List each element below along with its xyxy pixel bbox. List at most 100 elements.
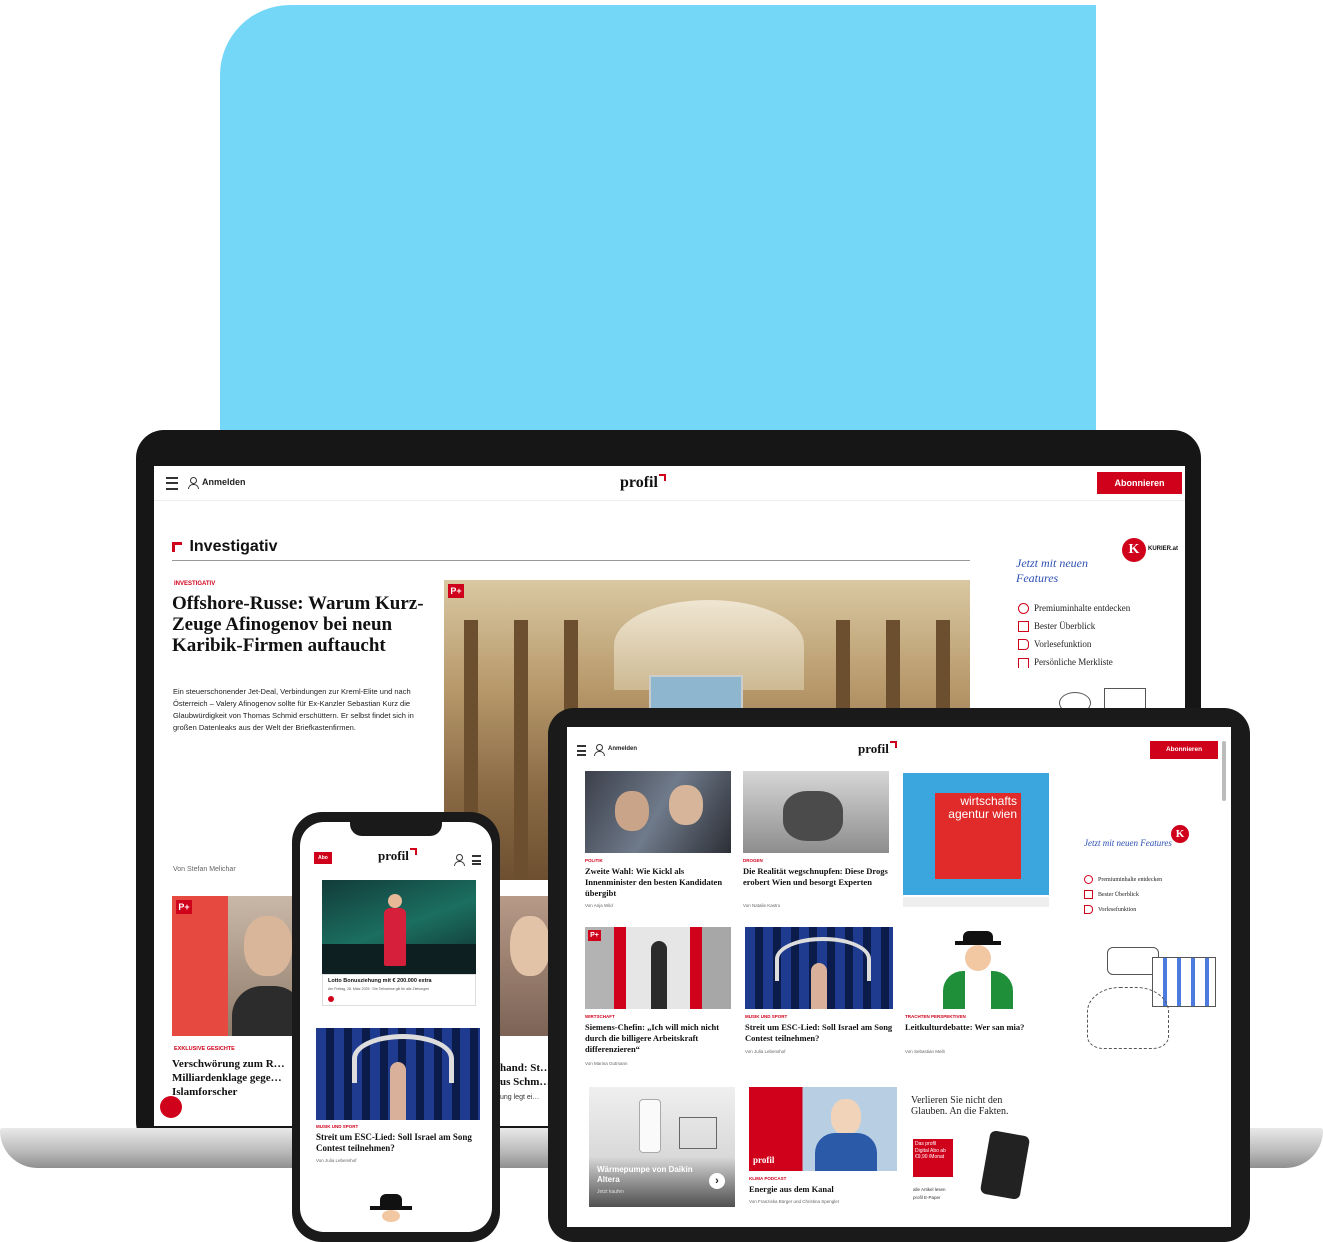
- lotto-ad[interactable]: Lotto Bonusziehung mit € 200.000 extra A…: [322, 974, 476, 1006]
- card-author: Von Anja Wild: [585, 903, 613, 908]
- subscription-ad[interactable]: Verlieren Sie nicht den Glauben. An die …: [907, 1087, 1047, 1212]
- card-kicker: Musik und Sport: [745, 1014, 788, 1019]
- article-kicker: Musik und Sport: [316, 1124, 359, 1129]
- card-headline[interactable]: Streit um ESC-Lied: Soll Israel am Song …: [745, 1022, 895, 1044]
- heat-card-title: Wärmepumpe von Daikin Altera: [597, 1165, 693, 1184]
- card-author: Von Natalie Kastro: [743, 903, 781, 908]
- section-header: Investigativ: [172, 538, 970, 561]
- login-link[interactable]: Anmelden: [608, 746, 637, 752]
- hero-background: [220, 5, 1096, 435]
- card-headline[interactable]: Energie aus dem Kanal: [749, 1184, 899, 1195]
- k-circle-icon: [1018, 603, 1029, 615]
- lotto-ad-photo[interactable]: [322, 880, 476, 974]
- card-headline[interactable]: Die Realität wegschnupfen: Diese Drogs e…: [743, 866, 893, 888]
- phone-notch: [350, 822, 442, 836]
- phone-mockup: [979, 1130, 1031, 1200]
- tracht-face-illustration: [382, 1210, 400, 1222]
- notification-bell-icon[interactable]: [160, 1096, 182, 1118]
- lead-kicker: Investigativ: [174, 581, 216, 587]
- feature-premium: Premiuminhalte entdecken: [1084, 875, 1162, 884]
- card-headline[interactable]: Leitkulturdebatte: Wer san mia?: [905, 1022, 1051, 1033]
- chevron-right-icon[interactable]: ›: [709, 1173, 725, 1189]
- card-author: Von Sebastian Meilt: [905, 1049, 945, 1054]
- tracht-hat-illustration: [380, 1194, 402, 1206]
- card-photo-kickl[interactable]: [585, 771, 731, 853]
- card-photo-energy[interactable]: profil: [749, 1087, 897, 1171]
- tablet-screen: Anmelden profil Abonnieren Politik Zweit…: [567, 727, 1231, 1227]
- lead-author: Von Stefan Melichar: [173, 866, 236, 873]
- ad-footer: [903, 897, 1049, 907]
- bookmark-icon: [1018, 657, 1029, 668]
- ad-wirtschaftsagentur[interactable]: wirtschafts agentur wien: [903, 773, 1049, 895]
- second-headline[interactable]: Verschwörung zum R… Milliardenklage gege…: [172, 1057, 312, 1099]
- subscribe-button[interactable]: Abonnieren: [1150, 741, 1218, 759]
- speaker-icon: [1084, 905, 1093, 914]
- scrollbar[interactable]: [1222, 741, 1226, 801]
- tablet-header: Anmelden profil Abonnieren: [567, 727, 1231, 771]
- ad-sub: Am Freitag, 28. März 2025 · Die Teilnahm…: [328, 987, 430, 991]
- promo-title: Jetzt mit neuen Features: [1084, 838, 1172, 848]
- feature-readaloud: Vorlesefunktion: [1018, 639, 1091, 651]
- menu-icon[interactable]: [577, 745, 586, 756]
- plus-box-icon: [1084, 890, 1093, 899]
- feature-bookmark: Persönliche Merkliste: [1018, 657, 1113, 668]
- premium-badge: P+: [588, 930, 601, 941]
- offer-box: Das profil Digital Abo ab €9,90 /Monat: [913, 1139, 953, 1177]
- feature-overview: Bester Überblick: [1018, 621, 1095, 633]
- promo-brand: KURIER.at: [1148, 546, 1179, 552]
- card-kicker: Politik: [585, 858, 603, 863]
- subscribe-button[interactable]: Abonnieren: [1097, 472, 1182, 494]
- feature-overview: Bester Überblick: [1084, 890, 1139, 899]
- card-kicker: Klima Podcast: [749, 1176, 787, 1181]
- plus-box-icon: [1018, 621, 1029, 633]
- k-circle-icon: [1084, 875, 1093, 884]
- esc-photo[interactable]: [316, 1028, 480, 1120]
- offer-headline: Verlieren Sie nicht den Glauben. An die …: [911, 1095, 1009, 1117]
- speaker-icon: [1018, 639, 1029, 651]
- lotto-logo-icon: [328, 996, 334, 1002]
- menu-icon[interactable]: [166, 477, 178, 490]
- card-photo-esc[interactable]: [745, 927, 893, 1009]
- promo-title: Jetzt mit neuen Features: [1016, 556, 1088, 585]
- offer-check: alle Artikel lesen: [913, 1187, 946, 1192]
- ad-title: Lotto Bonusziehung mit € 200.000 extra: [328, 978, 432, 984]
- card-photo-drugs[interactable]: [743, 771, 889, 853]
- card-headline[interactable]: Zweite Wahl: Wie Kickl als Innenminister…: [585, 866, 735, 899]
- third-photo[interactable]: [500, 896, 550, 1036]
- subscribe-badge[interactable]: Abo: [314, 852, 332, 864]
- article-headline[interactable]: Streit um ESC-Lied: Soll Israel am Song …: [316, 1132, 480, 1154]
- card-photo-siemens[interactable]: P+: [585, 927, 731, 1009]
- menu-icon[interactable]: [472, 855, 481, 865]
- card-kicker: Wirtschaft: [585, 1014, 615, 1019]
- profil-logo[interactable]: profil: [378, 848, 417, 864]
- card-author: Von Marina Gutmann: [585, 1061, 628, 1066]
- login-link[interactable]: Anmelden: [202, 477, 246, 487]
- phone-screen: Abo profil Lotto Bonusziehung mit € 200.…: [300, 822, 492, 1232]
- card-illustration-tracht[interactable]: [903, 927, 1049, 1009]
- lead-teaser: Ein steuerschonender Jet-Deal, Verbindun…: [173, 687, 414, 732]
- feature-readaloud: Vorlesefunktion: [1084, 905, 1136, 914]
- user-icon[interactable]: [188, 477, 199, 489]
- profil-logo: profil: [753, 1155, 775, 1165]
- third-text: ung legt ei…: [500, 1094, 540, 1101]
- card-author: Von Julia Lebenshof: [745, 1049, 786, 1054]
- laptop-header: Anmelden profil Abonnieren: [154, 466, 1185, 501]
- heat-card-sub: Jetzt kaufen: [597, 1189, 624, 1195]
- card-author: Von Franziska Bürger und Christina Speng…: [749, 1199, 840, 1204]
- card-headline[interactable]: Siemens-Chefin: „Ich will mich nicht dur…: [585, 1022, 737, 1055]
- lead-headline[interactable]: Offshore-Russe: Warum Kurz-Zeuge Afinoge…: [172, 593, 434, 656]
- heat-pump-ad[interactable]: Wärmepumpe von Daikin Altera Jetzt kaufe…: [589, 1087, 735, 1207]
- sketch-illustration: [1087, 987, 1169, 1049]
- ad-text: wirtschafts agentur wien: [948, 794, 1017, 821]
- section-marker-icon: [172, 541, 182, 552]
- card-kicker: Drogen: [743, 858, 763, 863]
- profil-logo[interactable]: profil: [858, 741, 897, 757]
- second-kicker: Exklusive Gesichte: [174, 1046, 235, 1052]
- user-icon[interactable]: [454, 854, 465, 866]
- premium-badge: P+: [176, 900, 192, 914]
- section-title[interactable]: Investigativ: [189, 538, 277, 555]
- user-icon[interactable]: [594, 744, 605, 756]
- profil-logo[interactable]: profil: [620, 474, 666, 492]
- premium-badge: P+: [448, 584, 464, 598]
- feature-premium: Premiuminhalte entdecken: [1018, 603, 1130, 615]
